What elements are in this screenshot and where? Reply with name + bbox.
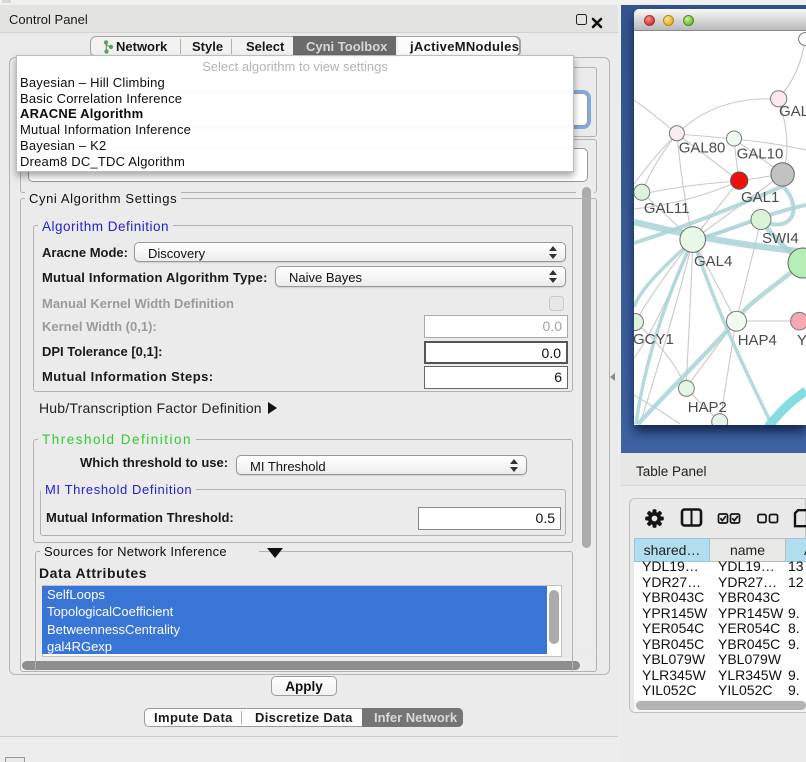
svg-text:Y: Y xyxy=(797,332,806,349)
svg-text:HAP2: HAP2 xyxy=(688,399,727,416)
svg-text:HAP4: HAP4 xyxy=(738,332,777,349)
svg-text:GAL80: GAL80 xyxy=(679,140,726,157)
svg-text:GAL10: GAL10 xyxy=(737,146,784,163)
svg-text:SWI4: SWI4 xyxy=(762,230,799,247)
svg-text:GAL1: GAL1 xyxy=(741,189,779,206)
svg-text:GCY1: GCY1 xyxy=(634,331,674,348)
svg-text:GAL11: GAL11 xyxy=(644,200,690,217)
svg-text:GAL: GAL xyxy=(779,103,806,120)
svg-text:GAL4: GAL4 xyxy=(694,253,732,270)
